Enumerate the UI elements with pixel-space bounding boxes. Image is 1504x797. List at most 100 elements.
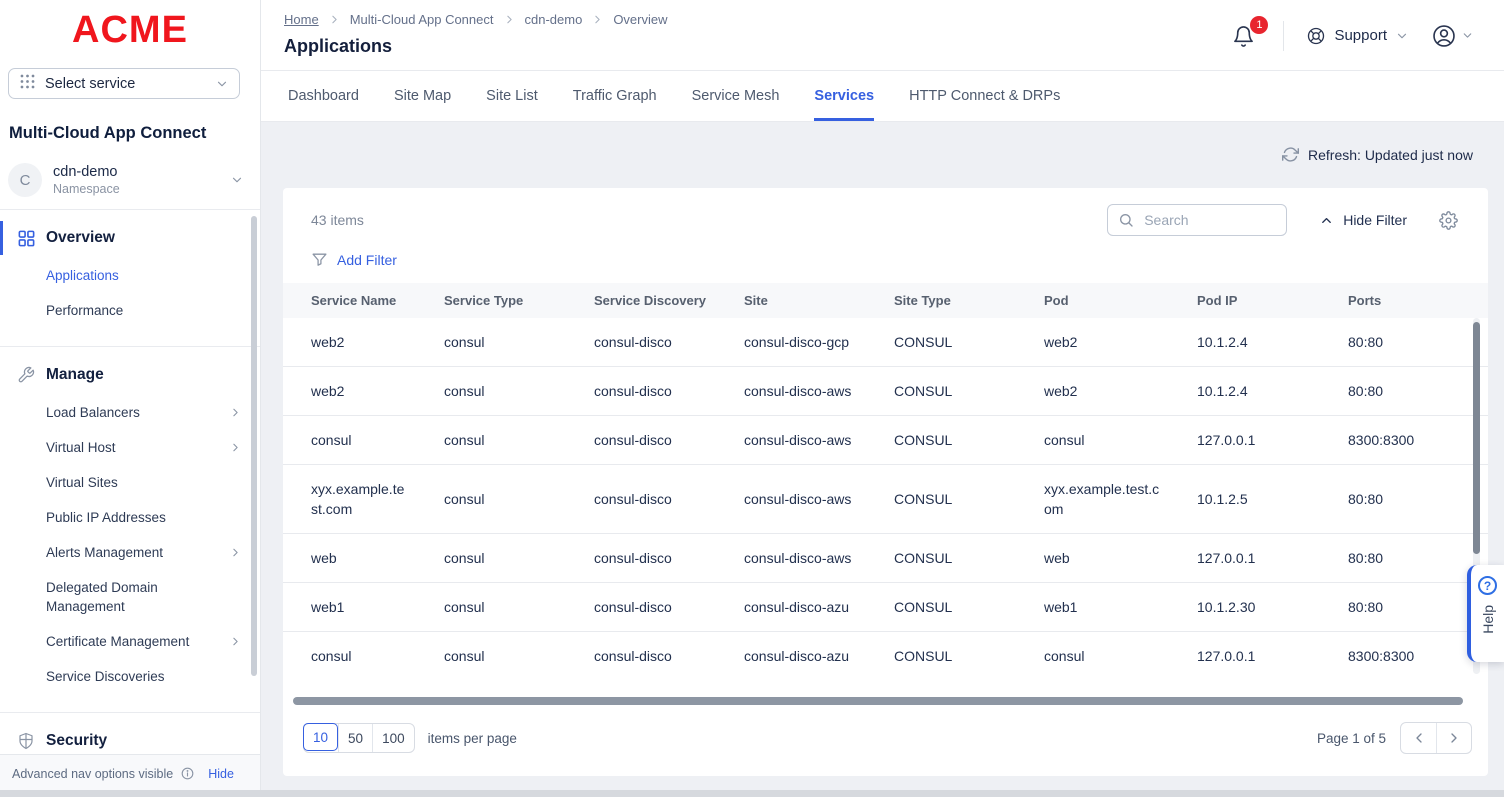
table-row[interactable]: consulconsulconsul-discoconsul-disco-aws… xyxy=(283,416,1488,465)
breadcrumb-item-home[interactable]: Home xyxy=(284,12,319,27)
support-menu[interactable]: Support xyxy=(1306,26,1409,46)
breadcrumb-item-multi-cloud-app-connect[interactable]: Multi-Cloud App Connect xyxy=(350,12,494,27)
grid-icon xyxy=(16,228,36,248)
next-page-button[interactable] xyxy=(1436,723,1471,753)
section-label: Security xyxy=(46,732,107,750)
services-table: Service NameService TypeService Discover… xyxy=(283,283,1488,680)
sidebar-item-performance[interactable]: Performance xyxy=(0,293,260,328)
chevron-down-icon xyxy=(215,77,229,91)
table-row[interactable]: web1consulconsul-discoconsul-disco-azuCO… xyxy=(283,583,1488,632)
sidebar-item-label: Service Discoveries xyxy=(46,667,165,686)
tab-http-connect-drps[interactable]: HTTP Connect & DRPs xyxy=(909,71,1060,121)
items-count: 43 items xyxy=(311,212,364,228)
table-cell: consul-disco xyxy=(566,632,716,681)
service-selector[interactable]: Select service xyxy=(8,68,240,99)
vertical-scroll-thumb[interactable] xyxy=(1473,322,1480,554)
column-header-ports: Ports xyxy=(1320,283,1488,318)
table-cell: consul-disco xyxy=(566,465,716,534)
tab-site-list[interactable]: Site List xyxy=(486,71,538,121)
table-cell: xyx.example.test.com xyxy=(1016,465,1169,534)
table-cell: consul-disco xyxy=(566,534,716,583)
table-row[interactable]: web2consulconsul-discoconsul-disco-awsCO… xyxy=(283,367,1488,416)
sidebar-item-virtual-host[interactable]: Virtual Host xyxy=(0,430,260,465)
table-row[interactable]: web2consulconsul-discoconsul-disco-gcpCO… xyxy=(283,318,1488,367)
wrench-icon xyxy=(16,365,36,385)
table-cell: consul-disco xyxy=(566,367,716,416)
prev-page-button[interactable] xyxy=(1401,723,1436,753)
sidebar-section-header-security[interactable]: Security xyxy=(0,723,260,754)
column-header-pod: Pod xyxy=(1016,283,1169,318)
table-cell: 8300:8300 xyxy=(1320,632,1488,681)
sidebar-section-header-overview[interactable]: Overview xyxy=(0,220,260,256)
account-menu[interactable] xyxy=(1431,23,1474,49)
table-row[interactable]: consulconsulconsul-discoconsul-disco-azu… xyxy=(283,632,1488,681)
hide-nav-link[interactable]: Hide xyxy=(208,767,234,781)
tab-service-mesh[interactable]: Service Mesh xyxy=(692,71,780,121)
question-icon: ? xyxy=(1478,576,1497,595)
table-cell: CONSUL xyxy=(866,632,1016,681)
table-row[interactable]: xyx.example.test.comconsulconsul-discoco… xyxy=(283,465,1488,534)
table-cell: 80:80 xyxy=(1320,367,1488,416)
sidebar-section-header-manage[interactable]: Manage xyxy=(0,357,260,393)
notifications-button[interactable]: 1 xyxy=(1232,23,1261,48)
tab-dashboard[interactable]: Dashboard xyxy=(288,71,359,121)
table-row[interactable]: webconsulconsul-discoconsul-disco-awsCON… xyxy=(283,534,1488,583)
hide-filter-button[interactable]: Hide Filter xyxy=(1319,212,1407,228)
table-cell: consul-disco xyxy=(566,583,716,632)
acme-logo: ACME xyxy=(72,8,188,52)
sidebar-item-delegated-domain-management[interactable]: Delegated Domain Management xyxy=(0,570,260,624)
sidebar-nav: Overview Applications Performance ManageLoa… xyxy=(0,209,260,754)
refresh-status[interactable]: Refresh: Updated just now xyxy=(261,122,1504,163)
sidebar-item-public-ip-addresses[interactable]: Public IP Addresses xyxy=(0,500,260,535)
chevron-right-icon xyxy=(229,438,242,457)
table-cell: consul xyxy=(416,416,566,465)
table-cell: 80:80 xyxy=(1320,534,1488,583)
table-cell: web2 xyxy=(1016,367,1169,416)
search-input[interactable] xyxy=(1142,211,1276,229)
sidebar-scrollbar[interactable] xyxy=(251,216,257,676)
notification-badge: 1 xyxy=(1250,16,1268,34)
namespace-selector[interactable]: C cdn-demo Namespace xyxy=(0,157,260,209)
gear-icon[interactable] xyxy=(1439,211,1460,230)
app-root: ACME Select service Multi-Cloud App Conn… xyxy=(0,0,1504,797)
table-cell: consul xyxy=(283,632,416,681)
add-filter-button[interactable]: Add Filter xyxy=(283,238,1488,283)
tab-site-map[interactable]: Site Map xyxy=(394,71,451,121)
sidebar-item-alerts-management[interactable]: Alerts Management xyxy=(0,535,260,570)
section-label: Overview xyxy=(46,229,115,247)
help-tab[interactable]: ? Help xyxy=(1467,565,1504,662)
table-cell: web xyxy=(1016,534,1169,583)
sidebar-item-virtual-sites[interactable]: Virtual Sites xyxy=(0,465,260,500)
sidebar-item-applications[interactable]: Applications xyxy=(0,258,260,293)
sidebar-section-manage: ManageLoad Balancers Virtual Host Virtual … xyxy=(0,346,260,702)
sidebar-item-label: Virtual Sites xyxy=(46,473,118,492)
table-cell: web2 xyxy=(1016,318,1169,367)
column-header-site: Site xyxy=(716,283,866,318)
table-cell: consul-disco xyxy=(566,318,716,367)
table-cell: consul-disco-aws xyxy=(716,465,866,534)
sidebar-item-service-discoveries[interactable]: Service Discoveries xyxy=(0,659,260,694)
sidebar-item-label: Applications xyxy=(46,266,119,285)
column-header-service-name: Service Name xyxy=(283,283,416,318)
table-cell: consul-disco xyxy=(566,416,716,465)
table-cell: consul-disco-aws xyxy=(716,416,866,465)
help-label: Help xyxy=(1480,605,1496,634)
horizontal-scroll-thumb[interactable] xyxy=(293,697,1463,705)
page-size-100[interactable]: 100 xyxy=(372,724,414,752)
service-selector-label: Select service xyxy=(45,76,206,92)
tab-services[interactable]: Services xyxy=(814,71,874,121)
breadcrumb: HomeMulti-Cloud App Connectcdn-demoOverv… xyxy=(284,12,668,27)
sidebar-item-load-balancers[interactable]: Load Balancers xyxy=(0,395,260,430)
sidebar-item-certificate-management[interactable]: Certificate Management xyxy=(0,624,260,659)
chevron-down-icon xyxy=(1395,29,1409,43)
tab-traffic-graph[interactable]: Traffic Graph xyxy=(573,71,657,121)
table-cell: CONSUL xyxy=(866,367,1016,416)
sidebar-item-label: Alerts Management xyxy=(46,543,163,562)
table-cell: consul xyxy=(283,416,416,465)
page-size-10[interactable]: 10 xyxy=(303,723,338,751)
table-cell: CONSUL xyxy=(866,534,1016,583)
sidebar-item-label: Virtual Host xyxy=(46,438,116,457)
breadcrumb-item-cdn-demo[interactable]: cdn-demo xyxy=(525,12,583,27)
table-cell: web xyxy=(283,534,416,583)
page-size-50[interactable]: 50 xyxy=(338,724,372,752)
